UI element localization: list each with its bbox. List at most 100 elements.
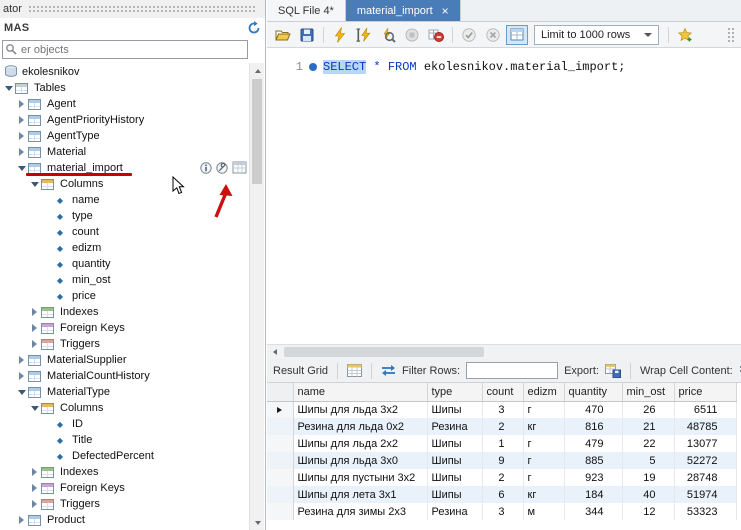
stop-icon[interactable] (401, 25, 423, 45)
scroll-left-icon[interactable] (267, 345, 282, 359)
grid-cell[interactable]: 5 (622, 452, 674, 469)
grid-cell[interactable]: 12 (622, 503, 674, 520)
tree-item-triggers[interactable]: Triggers (0, 496, 249, 512)
grid-cell[interactable]: Шипы (427, 452, 482, 469)
grid-cell[interactable]: 51974 (674, 486, 736, 503)
scroll-thumb[interactable] (284, 347, 484, 357)
refresh-schemas-icon[interactable] (247, 21, 261, 35)
tree-item-product[interactable]: Product (0, 512, 249, 528)
grid-cell[interactable]: Шипы (427, 486, 482, 503)
grid-cell[interactable]: кг (523, 486, 564, 503)
explain-icon[interactable] (377, 25, 399, 45)
save-snippet-icon[interactable] (674, 25, 696, 45)
grid-cell[interactable]: м (523, 503, 564, 520)
tree-item-count[interactable]: count (0, 224, 249, 240)
grid-column-header-type[interactable]: type (427, 383, 482, 401)
save-script-icon[interactable] (296, 25, 318, 45)
chevron-right-icon[interactable] (29, 307, 40, 318)
row-selector[interactable] (267, 469, 293, 486)
grid-cell[interactable]: г (523, 401, 564, 418)
grid-cell[interactable]: 2 (482, 418, 523, 435)
editor-h-scrollbar[interactable] (267, 344, 741, 359)
grid-cell[interactable]: 344 (564, 503, 622, 520)
grid-cell[interactable]: Шипы (427, 469, 482, 486)
filter-rows-input[interactable] (466, 362, 558, 379)
tree-item-materialtype[interactable]: MaterialType (0, 384, 249, 400)
result-grid-icon[interactable] (347, 364, 362, 377)
chevron-right-icon[interactable] (29, 499, 40, 510)
grid-column-header-name[interactable]: name (293, 383, 427, 401)
grid-column-header-count[interactable]: count (482, 383, 523, 401)
tree-item-defectedpercent[interactable]: DefectedPercent (0, 448, 249, 464)
grid-cell[interactable]: 3 (482, 401, 523, 418)
tree-item-columns[interactable]: Columns (0, 400, 249, 416)
chevron-down-icon[interactable] (29, 179, 40, 190)
chevron-right-icon[interactable] (16, 115, 27, 126)
chevron-right-icon[interactable] (16, 147, 27, 158)
grid-cell[interactable]: 6 (482, 486, 523, 503)
grid-cell[interactable]: 6511 (674, 401, 736, 418)
grid-column-header-edizm[interactable]: edizm (523, 383, 564, 401)
tree-item-material[interactable]: Material (0, 144, 249, 160)
grid-cell[interactable]: Резина (427, 418, 482, 435)
chevron-right-icon[interactable] (29, 339, 40, 350)
refresh-grid-icon[interactable] (381, 364, 396, 377)
chevron-right-icon[interactable] (16, 99, 27, 110)
alter-table-icon[interactable] (216, 162, 228, 174)
chevron-right-icon[interactable] (29, 323, 40, 334)
grid-cell[interactable]: 1 (482, 435, 523, 452)
row-selector[interactable] (267, 418, 293, 435)
row-selector[interactable] (267, 452, 293, 469)
chevron-down-icon[interactable] (3, 83, 14, 94)
grid-column-header-min_ost[interactable]: min_ost (622, 383, 674, 401)
tree-item-indexes[interactable]: Indexes (0, 464, 249, 480)
row-selector[interactable] (267, 435, 293, 452)
tab-material-import[interactable]: material_import × (346, 0, 461, 21)
chevron-right-icon[interactable] (16, 131, 27, 142)
grid-cell[interactable]: 52272 (674, 452, 736, 469)
tree-item-agent[interactable]: Agent (0, 96, 249, 112)
open-script-icon[interactable] (272, 25, 294, 45)
schema-node[interactable]: ekolesnikov (0, 63, 265, 80)
grid-cell[interactable]: 13077 (674, 435, 736, 452)
tree-item-materialsupplier[interactable]: MaterialSupplier (0, 352, 249, 368)
scroll-thumb[interactable] (252, 79, 262, 184)
scroll-down-icon[interactable] (250, 515, 265, 530)
grid-cell[interactable]: 28748 (674, 469, 736, 486)
panel-drag-handle[interactable] (28, 5, 256, 14)
table-inspector-icon[interactable] (200, 162, 212, 174)
row-selector[interactable] (267, 401, 293, 418)
grid-cell[interactable]: 53323 (674, 503, 736, 520)
grid-cell[interactable]: Шипы для лета 3x1 (293, 486, 427, 503)
grid-cell[interactable]: Резина для зимы 2x3 (293, 503, 427, 520)
tree-item-tables[interactable]: Tables (0, 80, 249, 96)
tree-item-foreign-keys[interactable]: Foreign Keys (0, 480, 249, 496)
grid-cell[interactable]: 816 (564, 418, 622, 435)
chevron-right-icon[interactable] (29, 467, 40, 478)
tree-item-price[interactable]: price (0, 288, 249, 304)
grid-cell[interactable]: Резина (427, 503, 482, 520)
grid-cell[interactable]: кг (523, 418, 564, 435)
tab-sql-file-4[interactable]: SQL File 4* (267, 0, 346, 21)
tree-item-quantity[interactable]: quantity (0, 256, 249, 272)
sql-code-editor[interactable]: 1 SELECT * FROM ekolesnikov.material_imp… (267, 48, 741, 344)
chevron-down-icon[interactable] (16, 163, 27, 174)
tree-item-agenttype[interactable]: AgentType (0, 128, 249, 144)
tree-item-agentpriorityhistory[interactable]: AgentPriorityHistory (0, 112, 249, 128)
tree-item-title[interactable]: Title (0, 432, 249, 448)
grid-cell[interactable]: 184 (564, 486, 622, 503)
tree-item-indexes[interactable]: Indexes (0, 304, 249, 320)
tree-item-edizm[interactable]: edizm (0, 240, 249, 256)
grid-column-header-price[interactable]: price (674, 383, 736, 401)
chevron-right-icon[interactable] (29, 483, 40, 494)
grid-cell[interactable]: г (523, 452, 564, 469)
grid-cell[interactable]: 26 (622, 401, 674, 418)
grid-cell[interactable]: 885 (564, 452, 622, 469)
tree-item-min-ost[interactable]: min_ost (0, 272, 249, 288)
execute-icon[interactable] (329, 25, 351, 45)
grid-cell[interactable]: г (523, 435, 564, 452)
stop-on-error-icon[interactable] (425, 25, 447, 45)
grid-cell[interactable]: Шипы для льда 3x0 (293, 452, 427, 469)
chevron-down-icon[interactable] (16, 387, 27, 398)
tree-item-materialcounthistory[interactable]: MaterialCountHistory (0, 368, 249, 384)
